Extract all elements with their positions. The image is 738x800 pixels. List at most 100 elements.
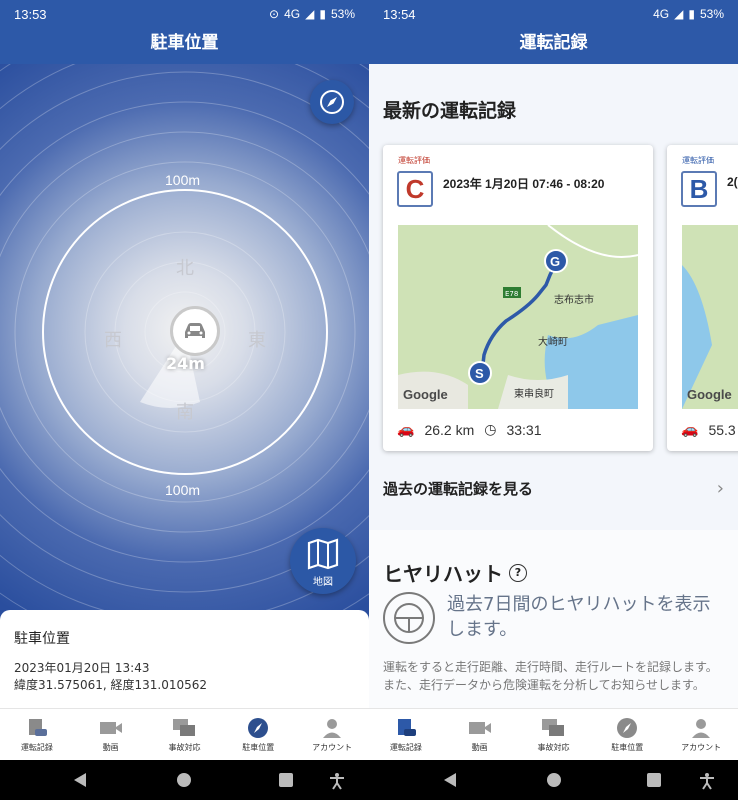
page-title: 運転記録 [519, 33, 588, 53]
nav-label: 動画 [102, 743, 119, 752]
direction-west: 西 [104, 330, 122, 351]
record-date: 2( [727, 175, 738, 189]
nav-parking[interactable]: 駐車位置 [221, 709, 295, 760]
clock-icon: ◷ [484, 421, 497, 437]
nav-label: 駐車位置 [611, 743, 644, 752]
map-town-label: 志布志市 [554, 293, 594, 306]
home-icon[interactable] [546, 772, 562, 788]
status-time: 13:54 [383, 6, 416, 22]
nav-account[interactable]: アカウント [295, 709, 369, 760]
near-miss-lead: 過去7日間のヒヤリハットを表示します。 [447, 594, 711, 640]
nav-account[interactable]: アカウント [664, 709, 738, 760]
parking-screen: 13:53 ⊙ 4G ◢ ▮ 53% 駐車位置 100m 100m 北 南 東 … [0, 0, 369, 760]
signal-icon: ◢ [305, 7, 315, 21]
battery-icon: ▮ [319, 7, 326, 21]
chat-icon [171, 716, 197, 740]
record-duration: 33:31 [506, 421, 542, 438]
record-stats: 🚗 55.3 [681, 421, 736, 438]
accessibility-icon[interactable] [328, 772, 346, 790]
route-map: G S E78 志布志市 大崎町 東串良町 Google [398, 225, 638, 409]
svg-text:G: G [550, 254, 560, 269]
compass-icon [614, 716, 640, 740]
past-records-link[interactable]: 過去の運転記録を見る › [369, 462, 738, 514]
distance-label: 24m [166, 354, 205, 373]
compass-button[interactable] [310, 80, 354, 124]
map-town-label: 大崎町 [538, 335, 568, 348]
nav-drive-record[interactable]: 運転記録 [369, 709, 443, 760]
nav-label: アカウント [681, 743, 722, 752]
nav-drive-record[interactable]: 運転記録 [0, 709, 74, 760]
drive-record-screen: 13:54 4G ◢ ▮ 53% 運転記録 最新の運転記録 運転評価 C 202… [369, 0, 738, 760]
car-icon: 🚗 [397, 421, 415, 437]
map-road-label: E78 [505, 290, 518, 298]
back-icon[interactable] [442, 772, 460, 788]
chevron-right-icon: › [716, 477, 724, 499]
eval-label: 運転評価 [682, 156, 714, 165]
status-network: 4G [653, 7, 670, 21]
nav-accident[interactable]: 事故対応 [148, 709, 222, 760]
video-icon [467, 716, 493, 740]
help-icon[interactable]: ? [509, 563, 527, 582]
nav-label: アカウント [312, 743, 353, 752]
map-town-label: 東串良町 [514, 387, 554, 400]
car-document-icon [393, 716, 419, 740]
drive-record-card[interactable]: 運転評価 C 2023年 1月20日 07:46 - 08:20 G S E78 [383, 145, 653, 451]
car-icon [185, 323, 205, 338]
status-battery: 53% [330, 7, 355, 21]
nav-label: 事故対応 [537, 743, 570, 752]
nav-video[interactable]: 動画 [74, 709, 148, 760]
battery-icon: ▮ [688, 7, 695, 21]
home-icon[interactable] [176, 772, 192, 788]
car-icon: 🚗 [681, 421, 699, 437]
near-miss-section: ヒヤリハット ? 過去7日間のヒヤリハットを表示します。 運転をすると走行距離、… [369, 530, 738, 710]
video-icon [98, 716, 124, 740]
compass-icon [320, 90, 344, 114]
nav-accident[interactable]: 事故対応 [517, 709, 591, 760]
nav-parking[interactable]: 駐車位置 [590, 709, 664, 760]
bottom-nav: 運転記録 動画 事故対応 駐車位置 アカウント [369, 708, 738, 760]
record-stats: 🚗 26.2 km ◷ 33:31 [397, 421, 542, 438]
parking-info-card: 駐車位置 2023年01月20日 13:43 緯度31.575061, 経度13… [0, 610, 369, 710]
recents-icon[interactable] [646, 772, 662, 788]
status-battery: 53% [699, 7, 724, 21]
map-button[interactable]: 地図 [290, 528, 356, 594]
direction-south: 南 [176, 402, 194, 423]
status-network: 4G [284, 7, 301, 21]
near-miss-title: ヒヤリハット [383, 562, 503, 586]
nav-label: 運転記録 [389, 743, 422, 752]
status-bar: 13:54 4G ◢ ▮ 53% [369, 0, 738, 28]
nav-label: 事故対応 [168, 743, 201, 752]
info-title: 駐車位置 [14, 631, 70, 647]
location-icon: ⊙ [269, 7, 280, 21]
range-label-top: 100m [165, 172, 201, 188]
compass-icon [245, 716, 271, 740]
steering-wheel-icon [383, 592, 435, 644]
map-button-label: 地図 [313, 577, 333, 588]
accessibility-icon[interactable] [698, 772, 716, 790]
direction-north: 北 [176, 258, 194, 279]
section-title: 最新の運転記録 [383, 100, 517, 122]
record-distance: 55.3 [708, 421, 736, 438]
map-icon [307, 538, 339, 570]
record-distance: 26.2 km [424, 421, 475, 438]
recents-icon[interactable] [278, 772, 294, 788]
bottom-nav: 運転記録 動画 事故対応 駐車位置 アカウント [0, 708, 369, 760]
past-records-label: 過去の運転記録を見る [383, 479, 534, 498]
status-bar: 13:53 ⊙ 4G ◢ ▮ 53% [0, 0, 369, 28]
drive-record-card[interactable]: 運転評価 B 2( Google 🚗 55.3 [667, 145, 738, 451]
page-title: 駐車位置 [150, 33, 219, 53]
grade-badge: C [397, 171, 433, 207]
status-time: 13:53 [14, 6, 47, 22]
back-icon[interactable] [72, 772, 90, 788]
record-date: 2023年 1月20日 07:46 - 08:20 [443, 177, 605, 191]
range-label-bottom: 100m [165, 482, 201, 498]
svg-text:S: S [475, 366, 484, 381]
map-attribution: Google [403, 387, 448, 402]
nav-label: 運転記録 [20, 743, 53, 752]
car-pin [170, 306, 220, 356]
car-document-icon [24, 716, 50, 740]
chat-icon [540, 716, 566, 740]
nav-video[interactable]: 動画 [443, 709, 517, 760]
direction-east: 東 [248, 330, 266, 351]
signal-icon: ◢ [674, 7, 684, 21]
